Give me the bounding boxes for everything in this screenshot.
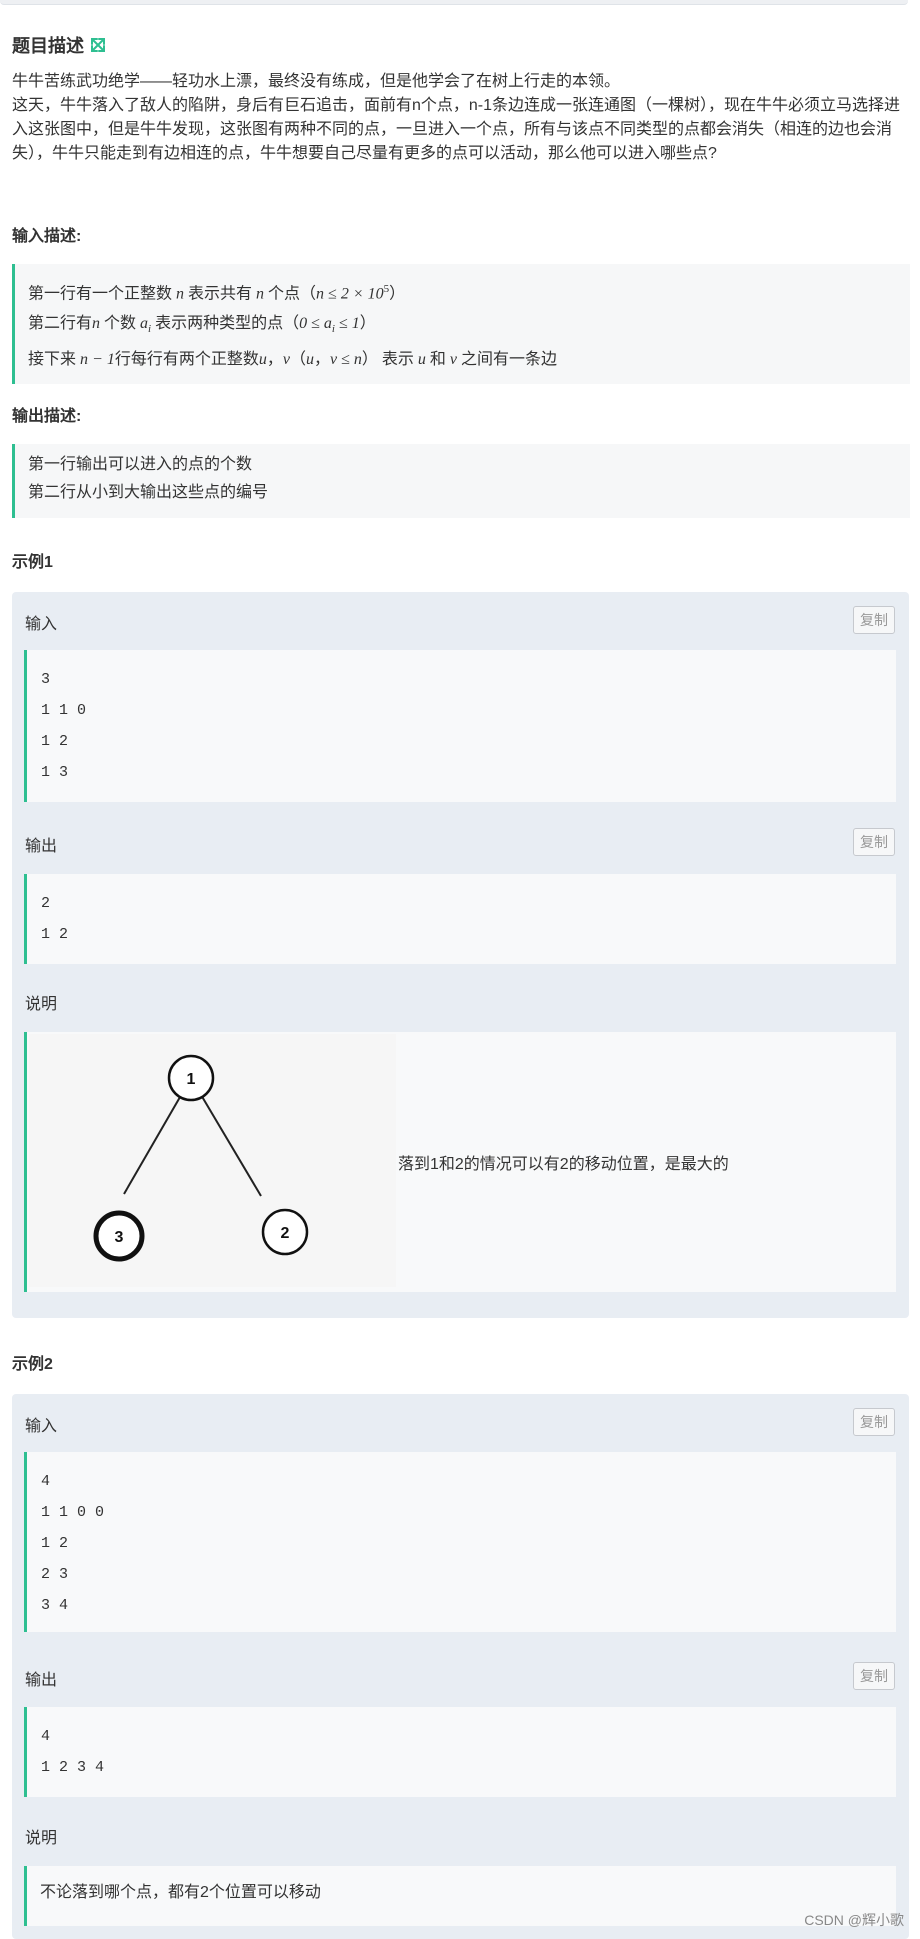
example-1-output-label: 输出 xyxy=(25,838,58,855)
example-2-input-code[interactable]: 4 1 1 0 0 1 2 2 3 3 4 xyxy=(24,1452,896,1632)
problem-title: 题目描述 xyxy=(12,32,106,58)
problem-description: 牛牛苦练武功绝学——轻功水上漂，最终没有练成，但是他学会了在树上行走的本领。 这… xyxy=(12,70,910,166)
code-line: 1 2 xyxy=(41,733,69,750)
copy-button[interactable]: 复制 xyxy=(853,828,895,856)
example-1-input-label: 输入 xyxy=(25,616,58,633)
example-2-explanation: 不论落到哪个点，都有2个位置可以移动 xyxy=(24,1866,896,1926)
node-label: 3 xyxy=(115,1229,124,1246)
node-label: 2 xyxy=(281,1225,290,1242)
example-2: 输入 复制 4 1 1 0 0 1 2 2 3 3 4 输出 复制 4 1 2 … xyxy=(12,1394,909,1939)
node-label: 1 xyxy=(187,1071,196,1088)
code-line: 3 4 xyxy=(41,1597,69,1614)
code-line: 1 1 0 0 xyxy=(41,1504,105,1521)
code-line: 1 2 xyxy=(41,1535,69,1552)
example-1-explain-label: 说明 xyxy=(25,996,58,1013)
code-line: 1 1 0 xyxy=(41,702,87,719)
output-line: 第二行从小到大输出这些点的编号 xyxy=(28,484,269,501)
example-2-output-label: 输出 xyxy=(25,1672,58,1689)
example-1-output-code[interactable]: 2 1 2 xyxy=(24,874,896,964)
description-line: 这天，牛牛落入了敌人的陷阱，身后有巨石追击，面前有n个点，n-1条边连成一张连通… xyxy=(12,97,901,162)
explanation-text: 不论落到哪个点，都有2个位置可以移动 xyxy=(40,1884,321,1901)
code-line: 4 xyxy=(41,1473,51,1490)
example-1-input-code[interactable]: 3 1 1 0 1 2 1 3 xyxy=(24,650,896,802)
code-line: 3 xyxy=(41,671,51,688)
input-description: 第一行有一个正整数 n 表示共有 n 个点（n ≤ 2 × 105） 第二行有n… xyxy=(12,264,910,384)
tree-diagram: 1 2 3 xyxy=(29,1034,396,1287)
tree-svg: 1 2 3 xyxy=(93,1054,309,1262)
input-line-3: 接下来 n − 1行每行有两个正整数u，v（u，v ≤ n） 表示 u 和 v … xyxy=(28,350,558,368)
code-line: 1 2 xyxy=(41,926,69,943)
example-1-title: 示例1 xyxy=(12,554,53,571)
tree-node-3: 3 xyxy=(93,1210,145,1262)
code-line: 1 2 3 4 xyxy=(41,1759,105,1776)
explanation-text: 落到1和2的情况可以有2的移动位置，是最大的 xyxy=(398,1156,729,1173)
input-line-1: 第一行有一个正整数 n 表示共有 n 个点（n ≤ 2 × 105） xyxy=(28,283,406,303)
code-line: 2 xyxy=(41,895,51,912)
example-1-explanation: 1 2 3 落到1和2的情况可以有2的移动位置，是最大的 xyxy=(24,1032,896,1292)
code-line: 1 3 xyxy=(41,764,69,781)
example-1: 输入 复制 3 1 1 0 1 2 1 3 输出 复制 2 1 2 说明 1 2… xyxy=(12,592,909,1318)
copy-button[interactable]: 复制 xyxy=(853,1408,895,1436)
tree-node-1: 1 xyxy=(167,1054,215,1102)
output-description: 第一行输出可以进入的点的个数 第二行从小到大输出这些点的编号 xyxy=(12,444,910,518)
input-description-title: 输入描述: xyxy=(12,228,82,245)
example-2-input-label: 输入 xyxy=(25,1418,58,1435)
output-description-title: 输出描述: xyxy=(12,408,82,425)
code-line: 4 xyxy=(41,1728,51,1745)
tree-node-2: 2 xyxy=(261,1208,309,1256)
watermark: CSDN @辉小歌 xyxy=(804,1912,904,1928)
copy-button[interactable]: 复制 xyxy=(853,606,895,634)
input-line-2: 第二行有n 个数 ai 表示两种类型的点（0 ≤ ai ≤ 1） xyxy=(28,315,376,336)
example-2-explain-label: 说明 xyxy=(25,1830,58,1847)
example-2-output-code[interactable]: 4 1 2 3 4 xyxy=(24,1707,896,1797)
top-bar xyxy=(0,0,908,5)
output-line: 第一行输出可以进入的点的个数 xyxy=(28,456,253,473)
code-line: 2 3 xyxy=(41,1566,69,1583)
expand-icon[interactable] xyxy=(90,37,106,53)
example-2-title: 示例2 xyxy=(12,1356,53,1373)
copy-button[interactable]: 复制 xyxy=(853,1662,895,1690)
description-line: 牛牛苦练武功绝学——轻功水上漂，最终没有练成，但是他学会了在树上行走的本领。 xyxy=(12,73,621,90)
